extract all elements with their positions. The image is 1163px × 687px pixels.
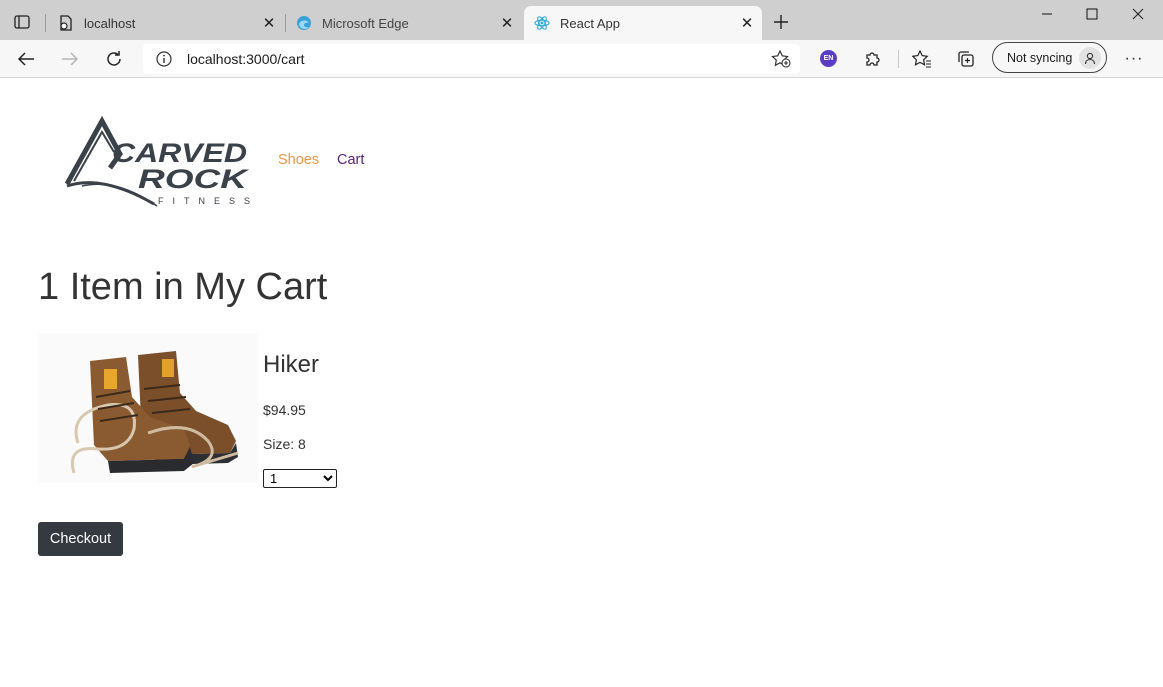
- nav-link-shoes[interactable]: Shoes: [278, 152, 319, 168]
- quantity-select[interactable]: 1: [263, 469, 337, 488]
- collections-icon: [958, 51, 974, 67]
- url-text[interactable]: localhost:3000/cart: [187, 51, 305, 67]
- refresh-icon: [107, 51, 121, 66]
- close-icon[interactable]: ✕: [736, 12, 758, 34]
- page-content: CARVED ROCK FITNESS Shoes Cart 1 Item in…: [0, 78, 1163, 687]
- forward-button[interactable]: [56, 46, 84, 72]
- close-icon: [1132, 8, 1144, 20]
- tab-title: React App: [560, 15, 620, 31]
- tab-actions-icon: [14, 15, 30, 29]
- more-icon: ···: [1124, 50, 1144, 67]
- carved-rock-logo-icon: CARVED ROCK FITNESS: [64, 115, 257, 207]
- settings-more-button[interactable]: ···: [1120, 46, 1148, 72]
- item-price: $94.95: [263, 402, 306, 418]
- refresh-button[interactable]: [100, 46, 128, 72]
- browser-toolbar: localhost:3000/cart EN Not syncing ···: [0, 40, 1163, 78]
- minimize-button[interactable]: [1024, 4, 1070, 24]
- minimize-icon: [1042, 13, 1052, 15]
- site-logo[interactable]: CARVED ROCK FITNESS: [62, 115, 257, 210]
- svg-text:FITNESS: FITNESS: [158, 196, 257, 206]
- tab-react-app[interactable]: React App ✕: [524, 6, 762, 40]
- collections-button[interactable]: [952, 46, 980, 72]
- item-size: Size: 8: [263, 436, 306, 452]
- checkout-button[interactable]: Checkout: [38, 522, 123, 556]
- forward-arrow-icon: [62, 52, 79, 66]
- address-bar[interactable]: localhost:3000/cart: [143, 44, 800, 74]
- back-button[interactable]: [12, 46, 40, 72]
- tab-microsoft-edge[interactable]: Microsoft Edge ✕: [286, 6, 522, 40]
- add-favorite-button[interactable]: [770, 48, 792, 70]
- window-close-button[interactable]: [1115, 4, 1161, 24]
- boots-image-icon: [38, 333, 258, 483]
- page-icon: [58, 15, 74, 31]
- avatar-icon: [1079, 47, 1101, 69]
- favorites-button[interactable]: [908, 46, 936, 72]
- close-icon[interactable]: ✕: [496, 12, 518, 34]
- favorites-icon: [912, 50, 931, 68]
- tab-title: localhost: [84, 15, 136, 31]
- back-arrow-icon: [17, 52, 34, 66]
- tab-actions-button[interactable]: [10, 12, 34, 32]
- tab-separator: [45, 14, 46, 32]
- sync-status-label: Not syncing: [1007, 50, 1073, 65]
- product-image: [38, 333, 258, 483]
- edge-icon: [296, 15, 312, 31]
- react-icon: [534, 15, 550, 31]
- nav-link-cart[interactable]: Cart: [337, 152, 364, 168]
- extensions-button[interactable]: [859, 46, 887, 72]
- profile-sync-button[interactable]: Not syncing: [992, 42, 1107, 73]
- maximize-icon: [1086, 8, 1098, 20]
- maximize-button[interactable]: [1069, 4, 1115, 24]
- new-tab-button[interactable]: [770, 11, 792, 33]
- star-add-icon: [771, 50, 791, 68]
- tab-strip: localhost ✕ Microsoft Edge ✕ React App ✕: [0, 0, 1163, 40]
- tab-title: Microsoft Edge: [322, 15, 409, 31]
- tab-localhost[interactable]: localhost ✕: [48, 6, 284, 40]
- plus-icon: [774, 15, 788, 29]
- page-title: 1 Item in My Cart: [38, 266, 328, 308]
- toolbar-separator: [898, 50, 899, 68]
- puzzle-icon: [866, 52, 880, 66]
- language-badge[interactable]: EN: [820, 50, 837, 67]
- info-icon[interactable]: [155, 50, 173, 68]
- close-icon[interactable]: ✕: [258, 12, 280, 34]
- item-name: Hiker: [263, 351, 320, 378]
- svg-text:ROCK: ROCK: [138, 164, 250, 194]
